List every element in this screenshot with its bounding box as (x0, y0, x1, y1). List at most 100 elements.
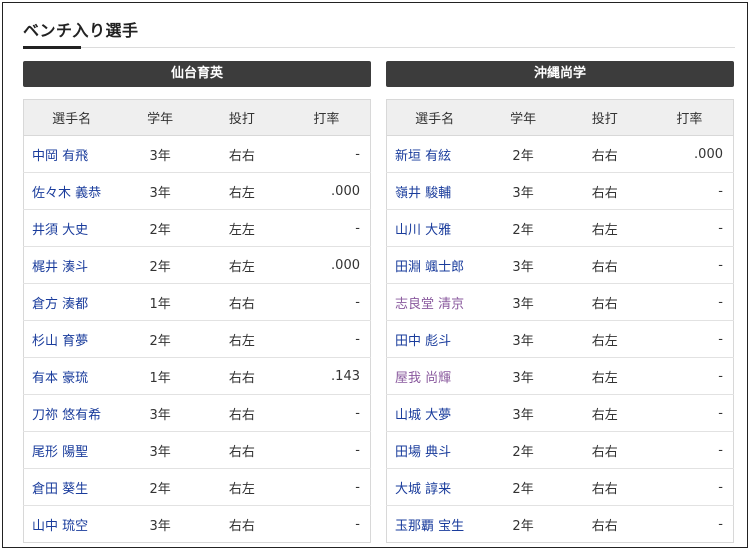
player-row: 杉山 育夢 2年 右左 - (23, 320, 371, 358)
player-name-link[interactable]: 玉那覇 宝生 (395, 519, 464, 534)
player-name-cell: 尾形 陽聖 (23, 431, 120, 469)
player-name-link[interactable]: 佐々木 義恭 (32, 186, 101, 201)
player-name-cell: 田淵 颯士郎 (386, 246, 483, 284)
player-hand: 右左 (563, 357, 646, 395)
player-name-link[interactable]: 刀祢 悠有希 (32, 408, 101, 423)
player-row: 田場 典斗 2年 右右 - (386, 431, 734, 469)
player-name-link[interactable]: 山中 琉空 (32, 519, 88, 534)
player-row: 有本 豪琉 1年 右右 .143 (23, 357, 371, 395)
player-name-link[interactable]: 大城 諄来 (395, 482, 451, 497)
player-grade: 2年 (512, 518, 534, 534)
player-batting-average: - (282, 468, 371, 506)
player-batting-average: .000 (645, 135, 734, 173)
player-hand: 右右 (200, 135, 283, 173)
player-grade: 2年 (482, 135, 564, 173)
player-row: 刀祢 悠有希 3年 右右 - (23, 394, 371, 432)
roster-table: 選手名 学年 投打 打率 中岡 有飛 3年 右右 - 佐々木 義恭 3年 右左 .000 井須 … (23, 99, 371, 543)
player-hand: 右左 (200, 468, 283, 506)
player-grade: 1年 (119, 357, 201, 395)
player-name-cell: 中岡 有飛 (23, 135, 120, 173)
player-grade: 3年 (482, 246, 564, 284)
player-row: 佐々木 義恭 3年 右左 .000 (23, 172, 371, 210)
player-name-link[interactable]: 嶺井 駿輔 (395, 186, 451, 201)
player-name-cell: 有本 豪琉 (23, 357, 120, 395)
player-batting-average: - (282, 394, 371, 432)
column-header-grade: 学年 (119, 99, 201, 136)
player-hand: 右右 (563, 283, 646, 321)
player-row: 尾形 陽聖 3年 右右 - (23, 431, 371, 469)
player-name-link[interactable]: 井須 大史 (32, 223, 88, 238)
player-batting-average: .143 (282, 357, 371, 395)
player-batting-average: - (282, 209, 371, 247)
player-name-cell: 屋我 尚輝 (386, 357, 483, 395)
player-name-cell: 田場 典斗 (386, 431, 483, 469)
player-name-link[interactable]: 倉田 葵生 (32, 482, 88, 497)
player-name-cell: 井須 大史 (23, 209, 120, 247)
player-batting-average: - (645, 209, 734, 247)
player-grade: 3年 (119, 135, 201, 173)
column-header-name: 選手名 (23, 99, 120, 136)
player-name-link[interactable]: 田淵 颯士郎 (395, 260, 464, 275)
player-batting-average: - (645, 357, 734, 395)
player-batting-average: - (718, 516, 723, 532)
player-row: 井須 大史 2年 左左 - (23, 209, 371, 247)
player-grade: 2年 (119, 246, 201, 284)
table-header-row: 選手名 学年 投打 打率 (23, 99, 371, 136)
column-header-hand: 投打 (563, 99, 646, 136)
player-name-link[interactable]: 梶井 湊斗 (32, 260, 88, 275)
section-title: ベンチ入り選手 (23, 21, 139, 40)
player-name-link[interactable]: 屋我 尚輝 (395, 371, 451, 386)
player-name-link[interactable]: 山城 大夢 (395, 408, 451, 423)
team-name-bar: 仙台育英 (23, 61, 371, 87)
player-row: 倉方 湊都 1年 右右 - (23, 283, 371, 321)
column-header-avg: 打率 (282, 99, 371, 136)
player-hand: 左左 (200, 209, 283, 247)
player-grade: 2年 (119, 320, 201, 358)
player-name-cell: 嶺井 駿輔 (386, 172, 483, 210)
team-name-bar: 沖縄尚学 (386, 61, 734, 87)
player-row: 倉田 葵生 2年 右左 - (23, 468, 371, 506)
player-batting-average: - (645, 172, 734, 210)
player-hand: 右右 (200, 394, 283, 432)
player-batting-average: - (645, 320, 734, 358)
player-name-cell: 志良堂 清京 (386, 283, 483, 321)
player-name-cell: 大城 諄来 (386, 468, 483, 506)
player-hand: 右右 (563, 468, 646, 506)
player-name-cell: 倉方 湊都 (23, 283, 120, 321)
player-name-link[interactable]: 有本 豪琉 (32, 371, 88, 386)
player-row: 大城 諄来 2年 右右 - (386, 468, 734, 506)
player-hand: 右左 (200, 172, 283, 210)
player-hand: 右左 (200, 320, 283, 358)
player-name-cell: 山城 大夢 (386, 394, 483, 432)
player-name-link[interactable]: 山川 大雅 (395, 223, 451, 238)
player-batting-average: - (355, 516, 360, 532)
player-grade: 3年 (482, 320, 564, 358)
player-hand: 右右 (228, 518, 255, 534)
player-grade: 2年 (119, 468, 201, 506)
table-header-row: 選手名 学年 投打 打率 (386, 99, 734, 136)
player-row: 玉那覇 宝生 2年 右右 - (387, 506, 734, 543)
player-row: 山城 大夢 3年 右左 - (386, 394, 734, 432)
player-batting-average: - (282, 135, 371, 173)
player-batting-average: - (282, 431, 371, 469)
player-grade: 3年 (149, 518, 171, 534)
player-grade: 2年 (482, 431, 564, 469)
player-batting-average: - (645, 283, 734, 321)
column-header-hand: 投打 (200, 99, 283, 136)
player-name-cell: 佐々木 義恭 (23, 172, 120, 210)
player-hand: 右右 (591, 518, 618, 534)
player-name-link[interactable]: 倉方 湊都 (32, 297, 88, 312)
player-name-link[interactable]: 中岡 有飛 (32, 149, 88, 164)
player-name-link[interactable]: 田中 彪斗 (395, 334, 451, 349)
player-name-link[interactable]: 新垣 有絃 (395, 149, 451, 164)
player-name-link[interactable]: 田場 典斗 (395, 445, 451, 460)
player-name-cell: 杉山 育夢 (23, 320, 120, 358)
player-name-link[interactable]: 尾形 陽聖 (32, 445, 88, 460)
player-grade: 3年 (119, 172, 201, 210)
player-name-link[interactable]: 志良堂 清京 (395, 297, 464, 312)
player-name-link[interactable]: 杉山 育夢 (32, 334, 88, 349)
player-hand: 右右 (563, 246, 646, 284)
player-grade: 3年 (119, 431, 201, 469)
team-roster-away: 沖縄尚学 選手名 学年 投打 打率 新垣 有絃 2年 右右 .000 嶺井 駿輔 3年 右右… (386, 61, 734, 543)
player-batting-average: - (645, 468, 734, 506)
